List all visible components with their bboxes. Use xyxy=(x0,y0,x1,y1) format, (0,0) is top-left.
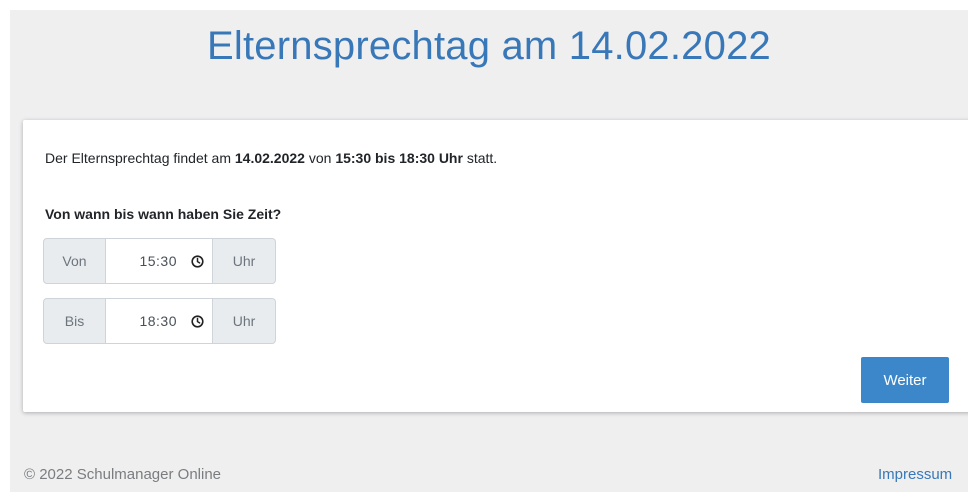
to-time-input[interactable]: 18:30 xyxy=(106,298,213,344)
info-mid: von xyxy=(304,150,336,166)
from-label: Von xyxy=(43,238,106,284)
main-card: Der Elternsprechtag findet am 14.02.2022… xyxy=(23,120,968,412)
from-unit: Uhr xyxy=(213,238,276,284)
info-suffix: statt. xyxy=(462,150,498,166)
to-label: Bis xyxy=(43,298,106,344)
to-time-group: Bis 18:30 Uhr xyxy=(43,298,276,344)
from-time-input[interactable]: 15:30 xyxy=(106,238,213,284)
to-unit: Uhr xyxy=(213,298,276,344)
page-title: Elternsprechtag am 14.02.2022 xyxy=(207,24,771,68)
clock-icon[interactable] xyxy=(191,314,204,328)
info-text: Der Elternsprechtag findet am 14.02.2022… xyxy=(45,150,497,166)
time-question: Von wann bis wann haben Sie Zeit? xyxy=(45,206,282,222)
impressum-link[interactable]: Impressum xyxy=(878,466,952,483)
info-timespan: 15:30 bis 18:30 Uhr xyxy=(335,150,463,166)
weiter-button[interactable]: Weiter xyxy=(861,357,949,403)
info-prefix: Der Elternsprechtag findet am xyxy=(45,150,235,166)
info-date: 14.02.2022 xyxy=(234,150,305,166)
from-time-value: 15:30 xyxy=(139,253,177,269)
to-time-value: 18:30 xyxy=(139,313,177,329)
clock-icon[interactable] xyxy=(191,254,204,268)
from-time-group: Von 15:30 Uhr xyxy=(43,238,276,284)
footer-copyright: © 2022 Schulmanager Online xyxy=(24,466,222,483)
